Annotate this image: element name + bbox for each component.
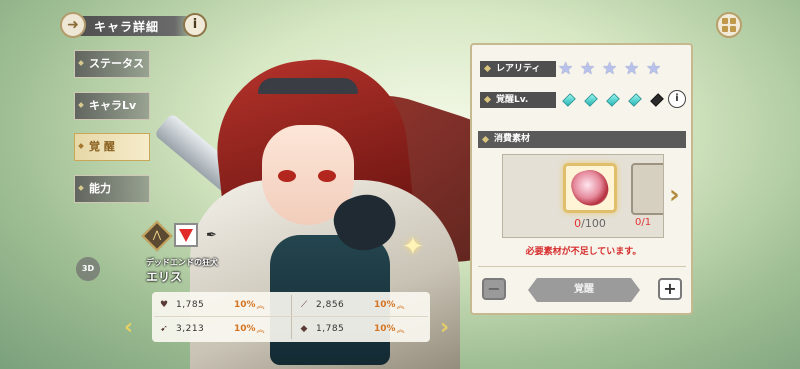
material-item[interactable] [563, 163, 617, 213]
stat-attack: ⟋ 2,856 10% ︽ [292, 294, 430, 316]
stat-speed: ➹ 3,213 10% ︽ [152, 318, 290, 340]
gem-icon [584, 93, 598, 107]
chevron-up-icon: ︽ [396, 324, 405, 334]
role-icon: ⋀ [152, 230, 162, 241]
material-count: 0/100 [574, 217, 606, 230]
divider [478, 266, 686, 267]
material-count-next: 0/1 [635, 217, 652, 228]
headband-art [258, 78, 358, 94]
gem-icon [628, 93, 642, 107]
menu-item-status[interactable]: ステータス [74, 50, 150, 78]
chevron-up-icon: ︽ [396, 300, 405, 310]
character-subtitle: デッドエンドの狂犬 [146, 258, 218, 267]
stat-percent: 10% [234, 324, 256, 334]
stat-percent: 10% [374, 300, 396, 310]
material-item-next[interactable] [631, 163, 663, 215]
eye-art [318, 170, 336, 182]
star-icon: ★ [580, 59, 596, 79]
shield-icon: ◆ [300, 324, 308, 334]
stat-hp: ♥ 1,785 10% ︽ [152, 294, 290, 316]
star-icon: ★ [624, 59, 640, 79]
material-list: 0/100 0/1 [502, 154, 664, 238]
character-name: エリス [146, 270, 183, 284]
material-icon [567, 165, 613, 211]
stat-percent: 10% [234, 300, 256, 310]
stat-defense: ◆ 1,785 10% ︽ [292, 318, 430, 340]
increase-button[interactable]: + [658, 278, 682, 300]
weapon-icon: ✒ [206, 228, 217, 243]
stat-value: 3,213 [176, 324, 205, 334]
grid-icon [722, 18, 736, 32]
next-character-button[interactable]: › [440, 316, 456, 340]
element-badge[interactable] [174, 223, 198, 247]
boot-icon: ➹ [160, 324, 168, 334]
star-icon: ★ [646, 59, 662, 79]
scroll-right-button[interactable]: › [669, 180, 680, 210]
menu-item-level[interactable]: キャラLv [74, 92, 150, 120]
materials-header: 消費素材 [478, 131, 686, 148]
page-title: キャラ詳細 [94, 20, 160, 34]
awaken-panel: レアリティ ★ ★ ★ ★ ★ 覚醒Lv. i 消費素材 0/100 0/1 ›… [470, 43, 693, 315]
sword-icon: ⟋ [300, 300, 308, 310]
menu-item-ability[interactable]: 能力 [74, 175, 150, 203]
chevron-up-icon: ︽ [256, 324, 265, 334]
rarity-label: レアリティ [480, 61, 556, 77]
stats-panel: ♥ 1,785 10% ︽ ⟋ 2,856 10% ︽ ➹ 3,213 10% … [152, 292, 430, 342]
stat-percent: 10% [374, 324, 396, 334]
chevron-up-icon: ︽ [256, 300, 265, 310]
awaken-info-button[interactable]: i [668, 90, 686, 108]
gem-icon [606, 93, 620, 107]
gem-icon [650, 93, 664, 107]
gem-icon [562, 93, 576, 107]
decrease-button[interactable]: − [482, 278, 506, 300]
view-3d-button[interactable]: 3D [76, 257, 100, 281]
eye-art [278, 170, 296, 182]
layout-button[interactable] [716, 12, 742, 38]
stat-value: 1,785 [316, 324, 345, 334]
header: ➜ キャラ詳細 [60, 10, 200, 40]
menu-item-awaken[interactable]: 覚 醒 [74, 133, 150, 161]
prev-character-button[interactable]: ‹ [124, 316, 140, 340]
warning-text: 必要素材が不足しています。 [525, 247, 642, 257]
star-icon: ★ [602, 59, 618, 79]
heart-icon: ♥ [159, 300, 169, 310]
sparkle-icon: ✦ [402, 232, 424, 262]
stat-value: 1,785 [176, 300, 205, 310]
arrow-left-icon: ➜ [67, 17, 79, 33]
star-icon: ★ [558, 59, 574, 79]
back-button[interactable]: ➜ [60, 12, 86, 38]
awaken-button[interactable]: 覚醒 [528, 278, 640, 302]
stat-value: 2,856 [316, 300, 345, 310]
awaken-level-label: 覚醒Lv. [480, 92, 556, 108]
divider [154, 316, 428, 317]
info-button[interactable]: i [183, 13, 207, 37]
